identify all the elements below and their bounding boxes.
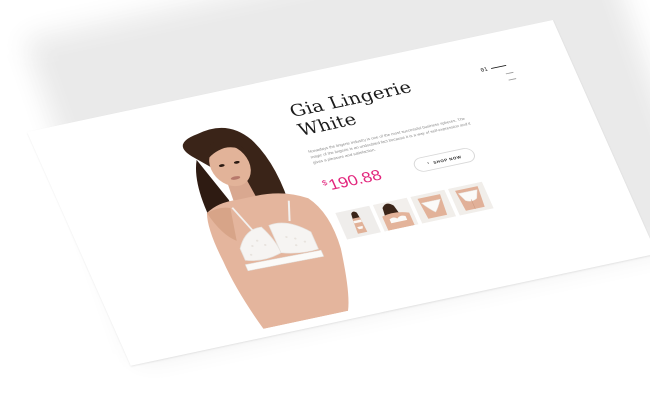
arrow-right-icon: › — [426, 160, 431, 166]
pager-indicator-2[interactable] — [505, 71, 514, 75]
panty-back-thumbnail[interactable] — [448, 181, 494, 216]
bralette-model-thumbnail[interactable] — [372, 197, 419, 232]
thumbnail-strip — [335, 181, 494, 240]
pager-current-number: 01 — [479, 66, 489, 74]
shop-now-label: SHOP NOW — [432, 154, 463, 165]
pager-indicator-3[interactable] — [508, 78, 517, 81]
pager-indicator-active[interactable] — [490, 64, 507, 70]
mockup-stage: Gia Lingerie White Nowadays the lingerie… — [0, 0, 650, 406]
shop-now-button[interactable]: › SHOP NOW — [411, 146, 478, 174]
panty-front-thumbnail[interactable] — [410, 189, 457, 224]
